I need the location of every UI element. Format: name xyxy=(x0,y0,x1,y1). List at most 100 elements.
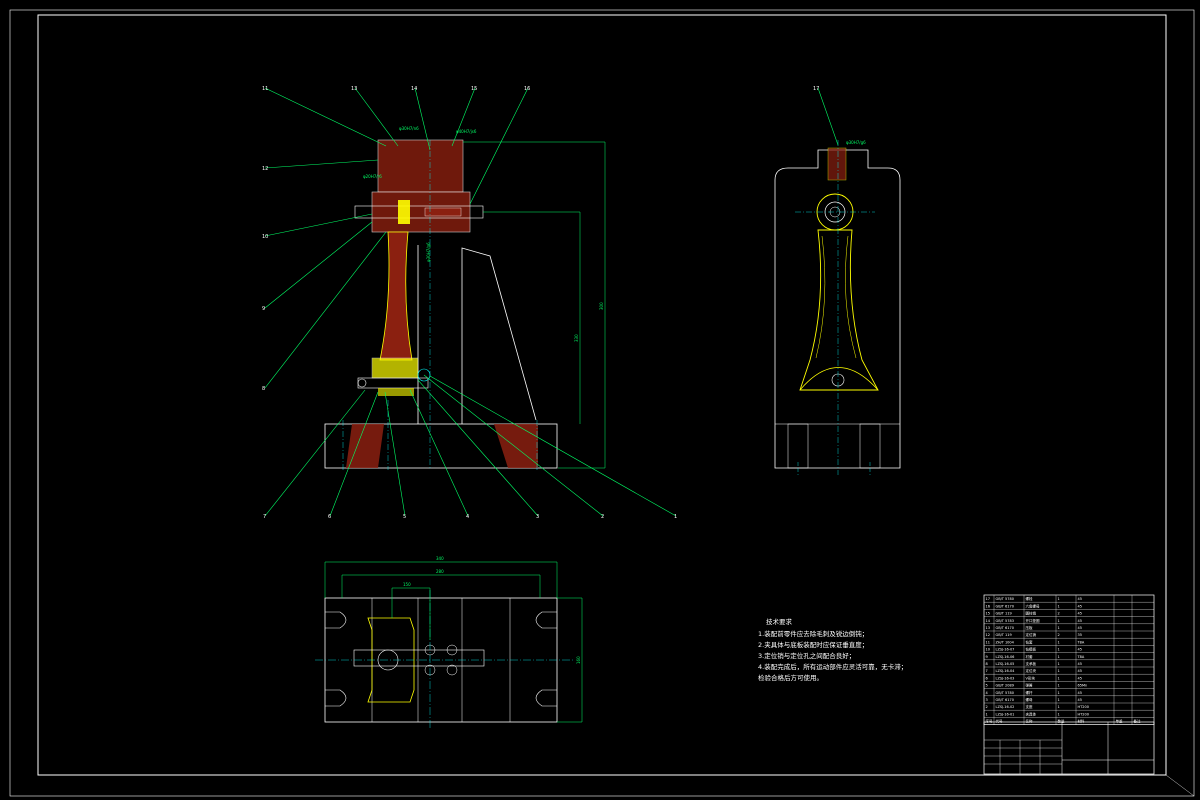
parts-cell: 45 xyxy=(1078,662,1082,666)
parts-cell: GB/T 6170 xyxy=(996,698,1014,702)
parts-cell: 1 xyxy=(1058,626,1060,630)
balloon-14: 14 xyxy=(411,86,417,92)
front-balloons: 11 13 14 15 16 12 10 9 8 7 6 5 4 3 2 1 xyxy=(262,86,677,520)
plan-dim-w1: 340 xyxy=(436,556,444,561)
parts-cell: 六角螺母 xyxy=(1026,603,1041,608)
title-block xyxy=(983,721,1155,775)
balloon-12: 12 xyxy=(262,166,268,172)
parts-header-cell: 名称 xyxy=(1026,719,1034,724)
parts-cell: 圆柱销 xyxy=(1026,611,1037,616)
balloon-2: 2 xyxy=(601,514,604,520)
parts-cell: 1 xyxy=(1058,705,1060,709)
parts-cell: 16 xyxy=(986,604,990,608)
parts-cell: 1 xyxy=(1058,604,1060,608)
parts-cell: LZSJ-16-01 xyxy=(996,712,1015,716)
parts-cell: 定位销 xyxy=(1026,632,1037,637)
parts-cell: 4 xyxy=(986,691,989,695)
parts-cell: HT200 xyxy=(1078,705,1089,709)
parts-cell: 1 xyxy=(1058,691,1060,695)
parts-cell: HT200 xyxy=(1078,712,1089,716)
cad-drawing: 300 330 φ30H7/n6 φ40H7/js6 φ20H7/r6 φ30H… xyxy=(9,9,1195,797)
parts-cell: 1 xyxy=(1058,597,1060,601)
balloon-1: 1 xyxy=(674,514,677,520)
parts-header-cell: 数量 xyxy=(1058,719,1066,724)
parts-cell: 7 xyxy=(986,669,988,673)
parts-cell: 2 xyxy=(986,705,988,709)
fit-dim-a: φ30H7/n6 xyxy=(399,126,419,131)
balloon-8: 8 xyxy=(262,386,265,392)
parts-cell: 45 xyxy=(1078,619,1082,623)
balloon-4: 4 xyxy=(466,514,469,520)
balloon-3: 3 xyxy=(536,514,539,520)
parts-cell: 6 xyxy=(986,676,988,680)
parts-cell: T8A xyxy=(1077,640,1085,644)
side-fit-dim: φ30H7/g6 xyxy=(846,140,866,145)
outer-border xyxy=(9,9,1195,797)
parts-cell: GB/T 5780 xyxy=(996,691,1014,695)
parts-cell: 45 xyxy=(1078,626,1082,630)
parts-cell: 1 xyxy=(986,712,988,716)
tech-req-line-1: 1.装配前零件应去除毛刺及锐边倒钝； xyxy=(758,629,868,638)
parts-cell: 支座 xyxy=(1026,704,1034,709)
tech-req-heading: 技术要求 xyxy=(766,617,793,626)
parts-cell: GB/T 5783 xyxy=(996,619,1014,623)
parts-header-cell: 材料 xyxy=(1078,719,1086,724)
balloon-15: 15 xyxy=(471,86,477,92)
parts-cell: 11 xyxy=(986,640,990,644)
parts-cell: 螺母 xyxy=(1026,697,1034,702)
balloon-16: 16 xyxy=(524,86,530,92)
parts-cell: 1 xyxy=(1058,640,1060,644)
parts-cell: GB/T 119 xyxy=(996,612,1012,616)
parts-cell: 螺栓 xyxy=(1026,596,1034,601)
parts-cell: 1 xyxy=(1058,648,1060,652)
parts-cell: LZSJ-16-07 xyxy=(996,648,1015,652)
parts-cell: 45 xyxy=(1078,676,1082,680)
parts-cell: LZSJ-16-02 xyxy=(996,705,1015,709)
parts-cell: 45 xyxy=(1078,648,1082,652)
parts-cell: 1 xyxy=(1058,712,1060,716)
parts-cell: 钻模板 xyxy=(1026,647,1037,652)
tech-req-line-2: 2.夹具体与底板装配时应保证垂直度； xyxy=(758,640,868,649)
parts-cell: 3 xyxy=(986,698,988,702)
height-dim-2: 330 xyxy=(574,334,579,342)
parts-cell: 压板 xyxy=(1026,625,1034,630)
parts-cell: 1 xyxy=(1058,698,1060,702)
fit-dim-c: φ20H7/r6 xyxy=(363,174,382,179)
parts-cell: T8A xyxy=(1077,655,1085,659)
balloon-17: 17 xyxy=(813,86,819,92)
parts-cell: 1 xyxy=(1058,662,1060,666)
parts-header-cell: 代号 xyxy=(996,719,1004,724)
parts-cell: 夹具体 xyxy=(1026,711,1037,716)
parts-cell: ZH/T 1004 xyxy=(996,640,1015,644)
parts-cell: 15 xyxy=(986,612,990,616)
plan-dim-w3: 150 xyxy=(403,582,411,587)
parts-cell: GB/T 6170 xyxy=(996,626,1014,630)
balloon-13: 13 xyxy=(351,86,357,92)
parts-cell: GB/T 5780 xyxy=(996,597,1014,601)
side-view: 17 φ30H7/g6 xyxy=(774,86,901,475)
parts-cell: 衬套 xyxy=(1026,654,1034,659)
parts-cell: 2 xyxy=(1058,633,1060,637)
parts-cell: V形块 xyxy=(1026,675,1036,680)
balloon-9: 9 xyxy=(262,306,265,312)
parts-cell: 35 xyxy=(1078,633,1082,637)
inner-border xyxy=(37,14,1167,776)
plan-dim-w2: 280 xyxy=(436,569,444,574)
fit-dim-d: φ30H7/g6 xyxy=(426,242,431,262)
parts-cell: 1 xyxy=(1058,684,1060,688)
fit-dim-b: φ40H7/js6 xyxy=(456,129,477,134)
parts-cell: 1 xyxy=(1058,619,1060,623)
parts-cell: 45 xyxy=(1078,597,1082,601)
parts-cell: LZSJ-16-04 xyxy=(996,669,1016,673)
balloon-11: 11 xyxy=(262,86,268,92)
parts-cell: 45 xyxy=(1078,691,1082,695)
plan-view: 340 280 150 160 xyxy=(315,556,583,730)
parts-cell: LZSJ-16-05 xyxy=(996,662,1015,666)
front-leaders xyxy=(264,87,677,517)
parts-cell: 定位块 xyxy=(1026,668,1037,673)
tech-requirements: 技术要求 1.装配前零件应去除毛刺及锐边倒钝； 2.夹具体与底板装配时应保证垂直… xyxy=(758,617,907,682)
parts-cell: 45 xyxy=(1078,612,1082,616)
front-view: 300 330 φ30H7/n6 φ40H7/js6 φ20H7/r6 φ30H… xyxy=(324,126,606,470)
parts-cell: 1 xyxy=(1058,676,1060,680)
parts-cell: 钻套 xyxy=(1026,639,1034,644)
